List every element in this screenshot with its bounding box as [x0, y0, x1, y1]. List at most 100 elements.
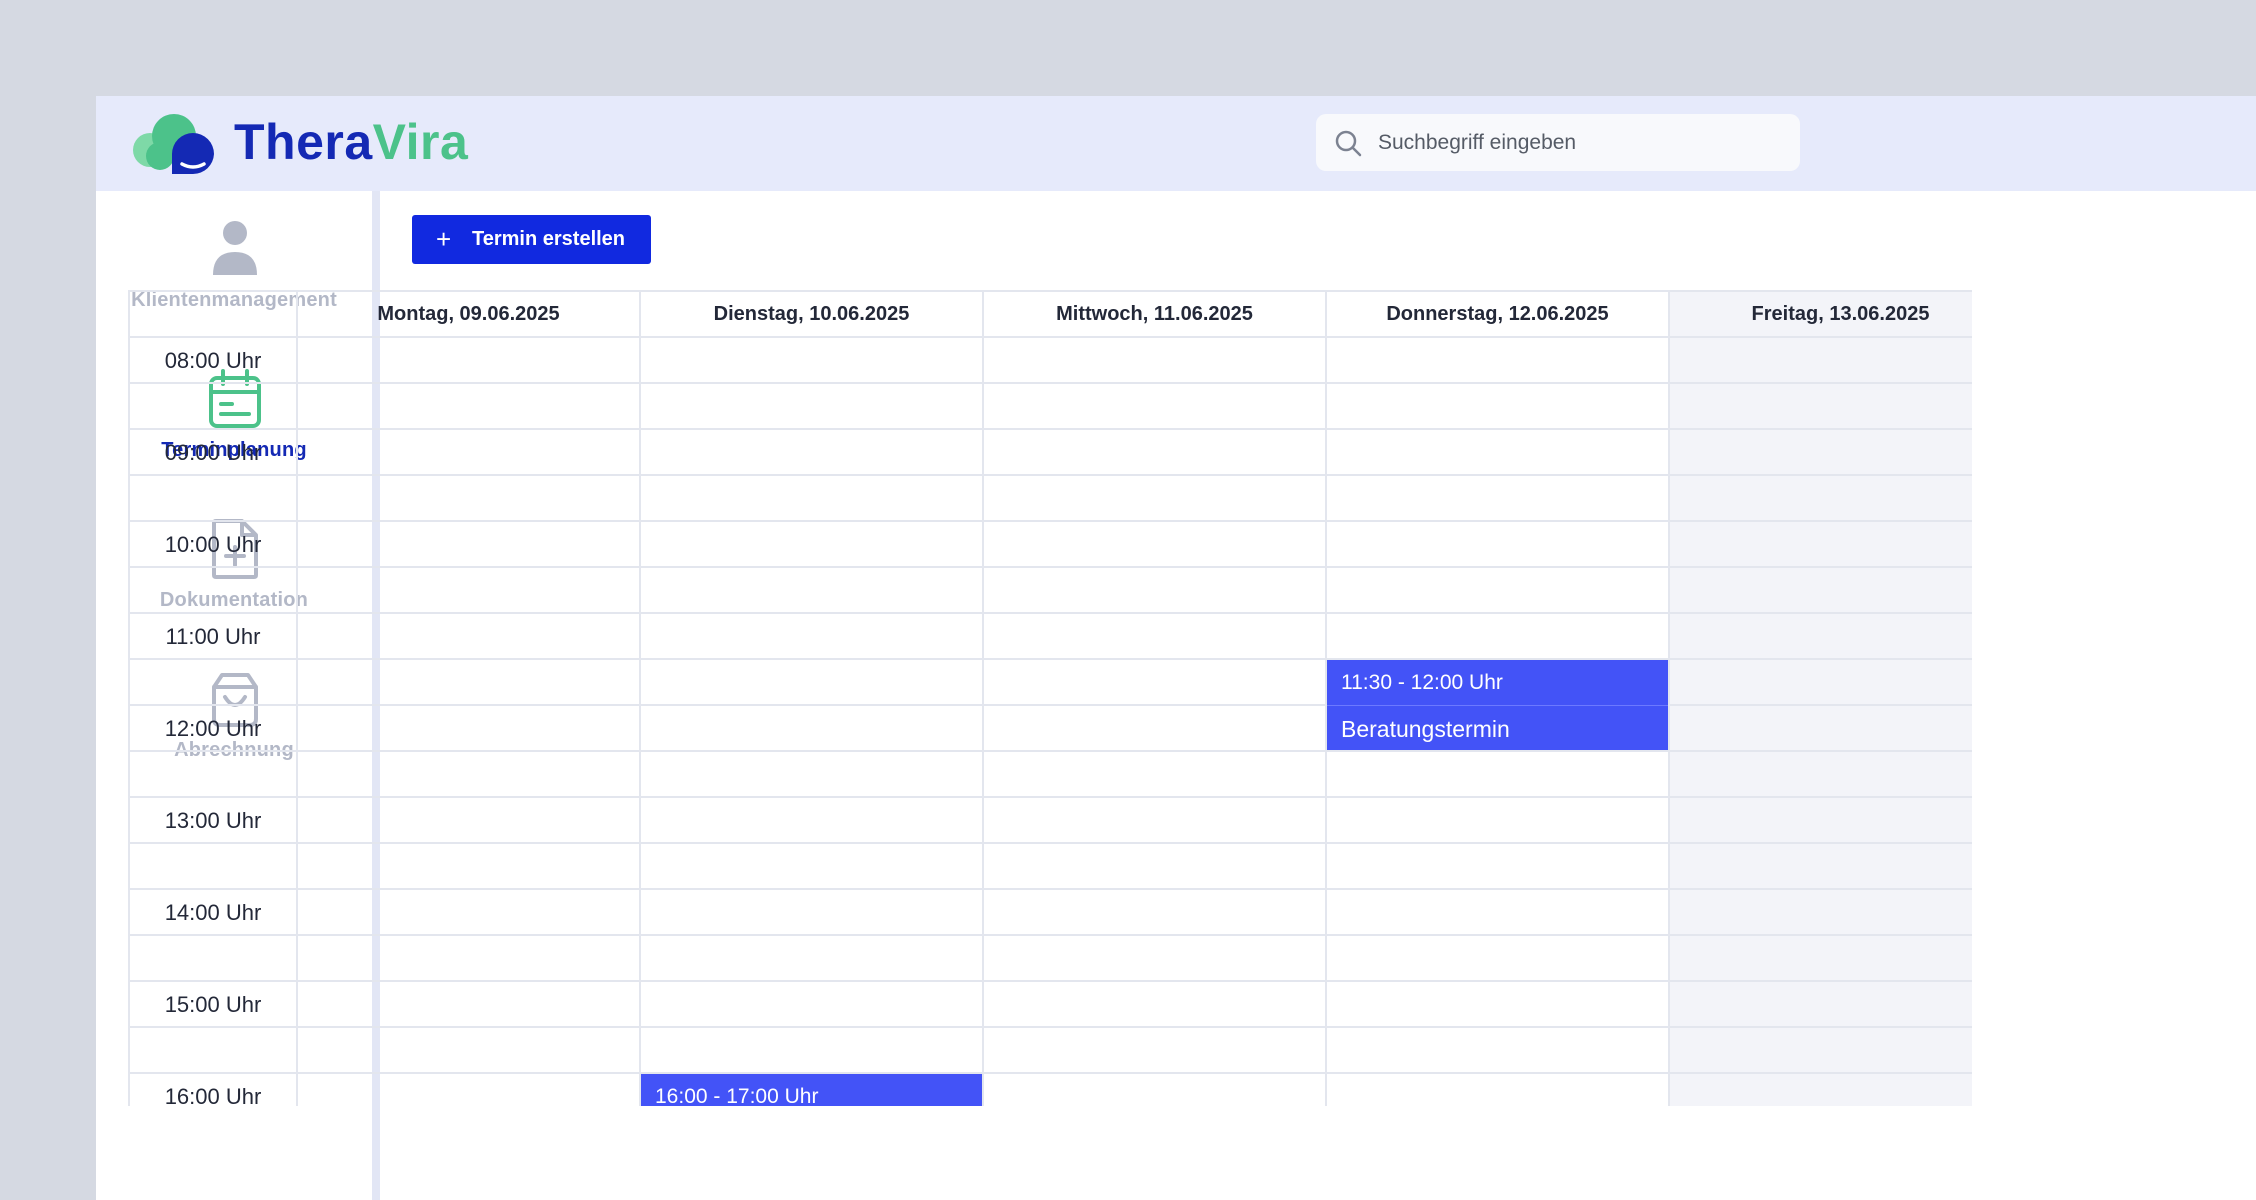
calendar-slot[interactable] — [1327, 844, 1670, 890]
calendar-slot[interactable] — [984, 706, 1327, 752]
calendar-slot[interactable] — [298, 614, 641, 660]
calendar-slot[interactable] — [984, 384, 1327, 430]
calendar-event[interactable]: 11:30 - 12:00 Uhr Beratungstermin — [1327, 660, 1668, 750]
calendar-slot[interactable] — [641, 522, 984, 568]
event-time: 16:00 - 17:00 Uhr — [655, 1085, 819, 1106]
calendar-slot[interactable] — [298, 890, 641, 936]
search-box[interactable] — [1316, 114, 1800, 171]
calendar-slot[interactable] — [1670, 384, 1972, 430]
calendar-slot[interactable] — [984, 338, 1327, 384]
calendar-slot[interactable] — [298, 568, 641, 614]
calendar-slot[interactable] — [298, 706, 641, 752]
calendar-slot[interactable] — [984, 1074, 1327, 1106]
calendar-slot[interactable] — [984, 1028, 1327, 1074]
calendar-slot[interactable] — [1327, 338, 1670, 384]
calendar-slot[interactable] — [1670, 1074, 1972, 1106]
create-appointment-button[interactable]: + Termin erstellen — [412, 215, 651, 264]
calendar-slot[interactable] — [641, 798, 984, 844]
calendar-slot[interactable] — [641, 1028, 984, 1074]
calendar-slot[interactable] — [984, 614, 1327, 660]
calendar-slot[interactable] — [984, 890, 1327, 936]
calendar-slot[interactable] — [298, 384, 641, 430]
calendar-slot[interactable] — [641, 338, 984, 384]
calendar-slot[interactable] — [1670, 844, 1972, 890]
calendar-slot[interactable] — [298, 660, 641, 706]
calendar-slot[interactable] — [1327, 384, 1670, 430]
calendar-slot[interactable] — [1670, 936, 1972, 982]
calendar-slot[interactable] — [298, 936, 641, 982]
time-label: 11:00 Uhr — [165, 624, 261, 649]
calendar-slot[interactable] — [298, 476, 641, 522]
calendar-slot[interactable] — [1670, 706, 1972, 752]
calendar-slot[interactable] — [1670, 522, 1972, 568]
calendar-slot[interactable] — [298, 1074, 641, 1106]
app-window: TheraVira Klientenmanagement — [96, 96, 2256, 1200]
calendar-slot[interactable] — [298, 798, 641, 844]
calendar-slot[interactable] — [1327, 430, 1670, 476]
day-header: Mittwoch, 11.06.2025 — [984, 292, 1327, 338]
calendar-corner — [130, 292, 298, 338]
calendar-slot[interactable] — [1670, 430, 1972, 476]
calendar-slot[interactable] — [1670, 1028, 1972, 1074]
time-slot-label — [130, 476, 298, 522]
calendar-slot[interactable] — [1327, 476, 1670, 522]
calendar-slot[interactable] — [641, 384, 984, 430]
calendar-slot[interactable] — [1327, 568, 1670, 614]
calendar-slot[interactable] — [984, 936, 1327, 982]
calendar-slot[interactable] — [641, 982, 984, 1028]
calendar-slot[interactable] — [641, 752, 984, 798]
calendar-slot[interactable] — [984, 476, 1327, 522]
day-header: Dienstag, 10.06.2025 — [641, 292, 984, 338]
calendar-slot[interactable] — [984, 982, 1327, 1028]
time-slot-label: 13:00 Uhr — [130, 798, 298, 844]
calendar-slot[interactable] — [298, 982, 641, 1028]
calendar-slot[interactable] — [1327, 798, 1670, 844]
calendar-slot[interactable] — [984, 522, 1327, 568]
calendar-slot[interactable] — [641, 568, 984, 614]
calendar-slot[interactable] — [984, 798, 1327, 844]
calendar-slot[interactable] — [298, 844, 641, 890]
calendar-slot[interactable] — [298, 522, 641, 568]
calendar-slot[interactable] — [1670, 982, 1972, 1028]
calendar-slot[interactable] — [298, 752, 641, 798]
calendar-slot[interactable] — [1670, 614, 1972, 660]
calendar-slot[interactable] — [1327, 1028, 1670, 1074]
calendar-slot[interactable] — [1670, 890, 1972, 936]
calendar-slot[interactable] — [298, 1028, 641, 1074]
calendar-slot[interactable] — [641, 430, 984, 476]
calendar-slot[interactable] — [641, 936, 984, 982]
theravira-logo — [133, 114, 214, 175]
calendar-slot[interactable] — [1670, 568, 1972, 614]
calendar-event[interactable]: 16:00 - 17:00 UhrKennenlerntermin — [641, 1074, 982, 1106]
calendar-slot[interactable] — [641, 890, 984, 936]
calendar-slot[interactable] — [1670, 660, 1972, 706]
calendar-slot[interactable] — [984, 430, 1327, 476]
calendar-slot[interactable] — [1327, 890, 1670, 936]
calendar-slot[interactable] — [641, 476, 984, 522]
calendar-slot[interactable] — [984, 568, 1327, 614]
calendar-slot[interactable] — [984, 844, 1327, 890]
calendar-slot[interactable] — [1670, 476, 1972, 522]
calendar-slot[interactable] — [641, 844, 984, 890]
calendar-slot[interactable] — [298, 338, 641, 384]
calendar-slot[interactable] — [1670, 798, 1972, 844]
calendar-slot[interactable] — [1327, 752, 1670, 798]
day-header: Donnerstag, 12.06.2025 — [1327, 292, 1670, 338]
calendar-slot[interactable] — [1327, 982, 1670, 1028]
time-slot-label: 08:00 Uhr — [130, 338, 298, 384]
calendar-slot[interactable] — [1327, 522, 1670, 568]
search-input[interactable] — [1378, 114, 1778, 171]
calendar-slot[interactable] — [1670, 338, 1972, 384]
calendar-slot[interactable] — [984, 660, 1327, 706]
calendar-slot[interactable] — [641, 706, 984, 752]
calendar-slot[interactable] — [298, 430, 641, 476]
calendar-slot[interactable] — [641, 660, 984, 706]
plus-icon: + — [436, 224, 452, 254]
calendar-slot[interactable] — [641, 614, 984, 660]
calendar-slot[interactable] — [1327, 1074, 1670, 1106]
calendar-slot[interactable] — [1327, 614, 1670, 660]
calendar-slot[interactable] — [1327, 936, 1670, 982]
calendar-slot[interactable] — [1670, 752, 1972, 798]
calendar-slot[interactable] — [984, 752, 1327, 798]
time-slot-label: 15:00 Uhr — [130, 982, 298, 1028]
